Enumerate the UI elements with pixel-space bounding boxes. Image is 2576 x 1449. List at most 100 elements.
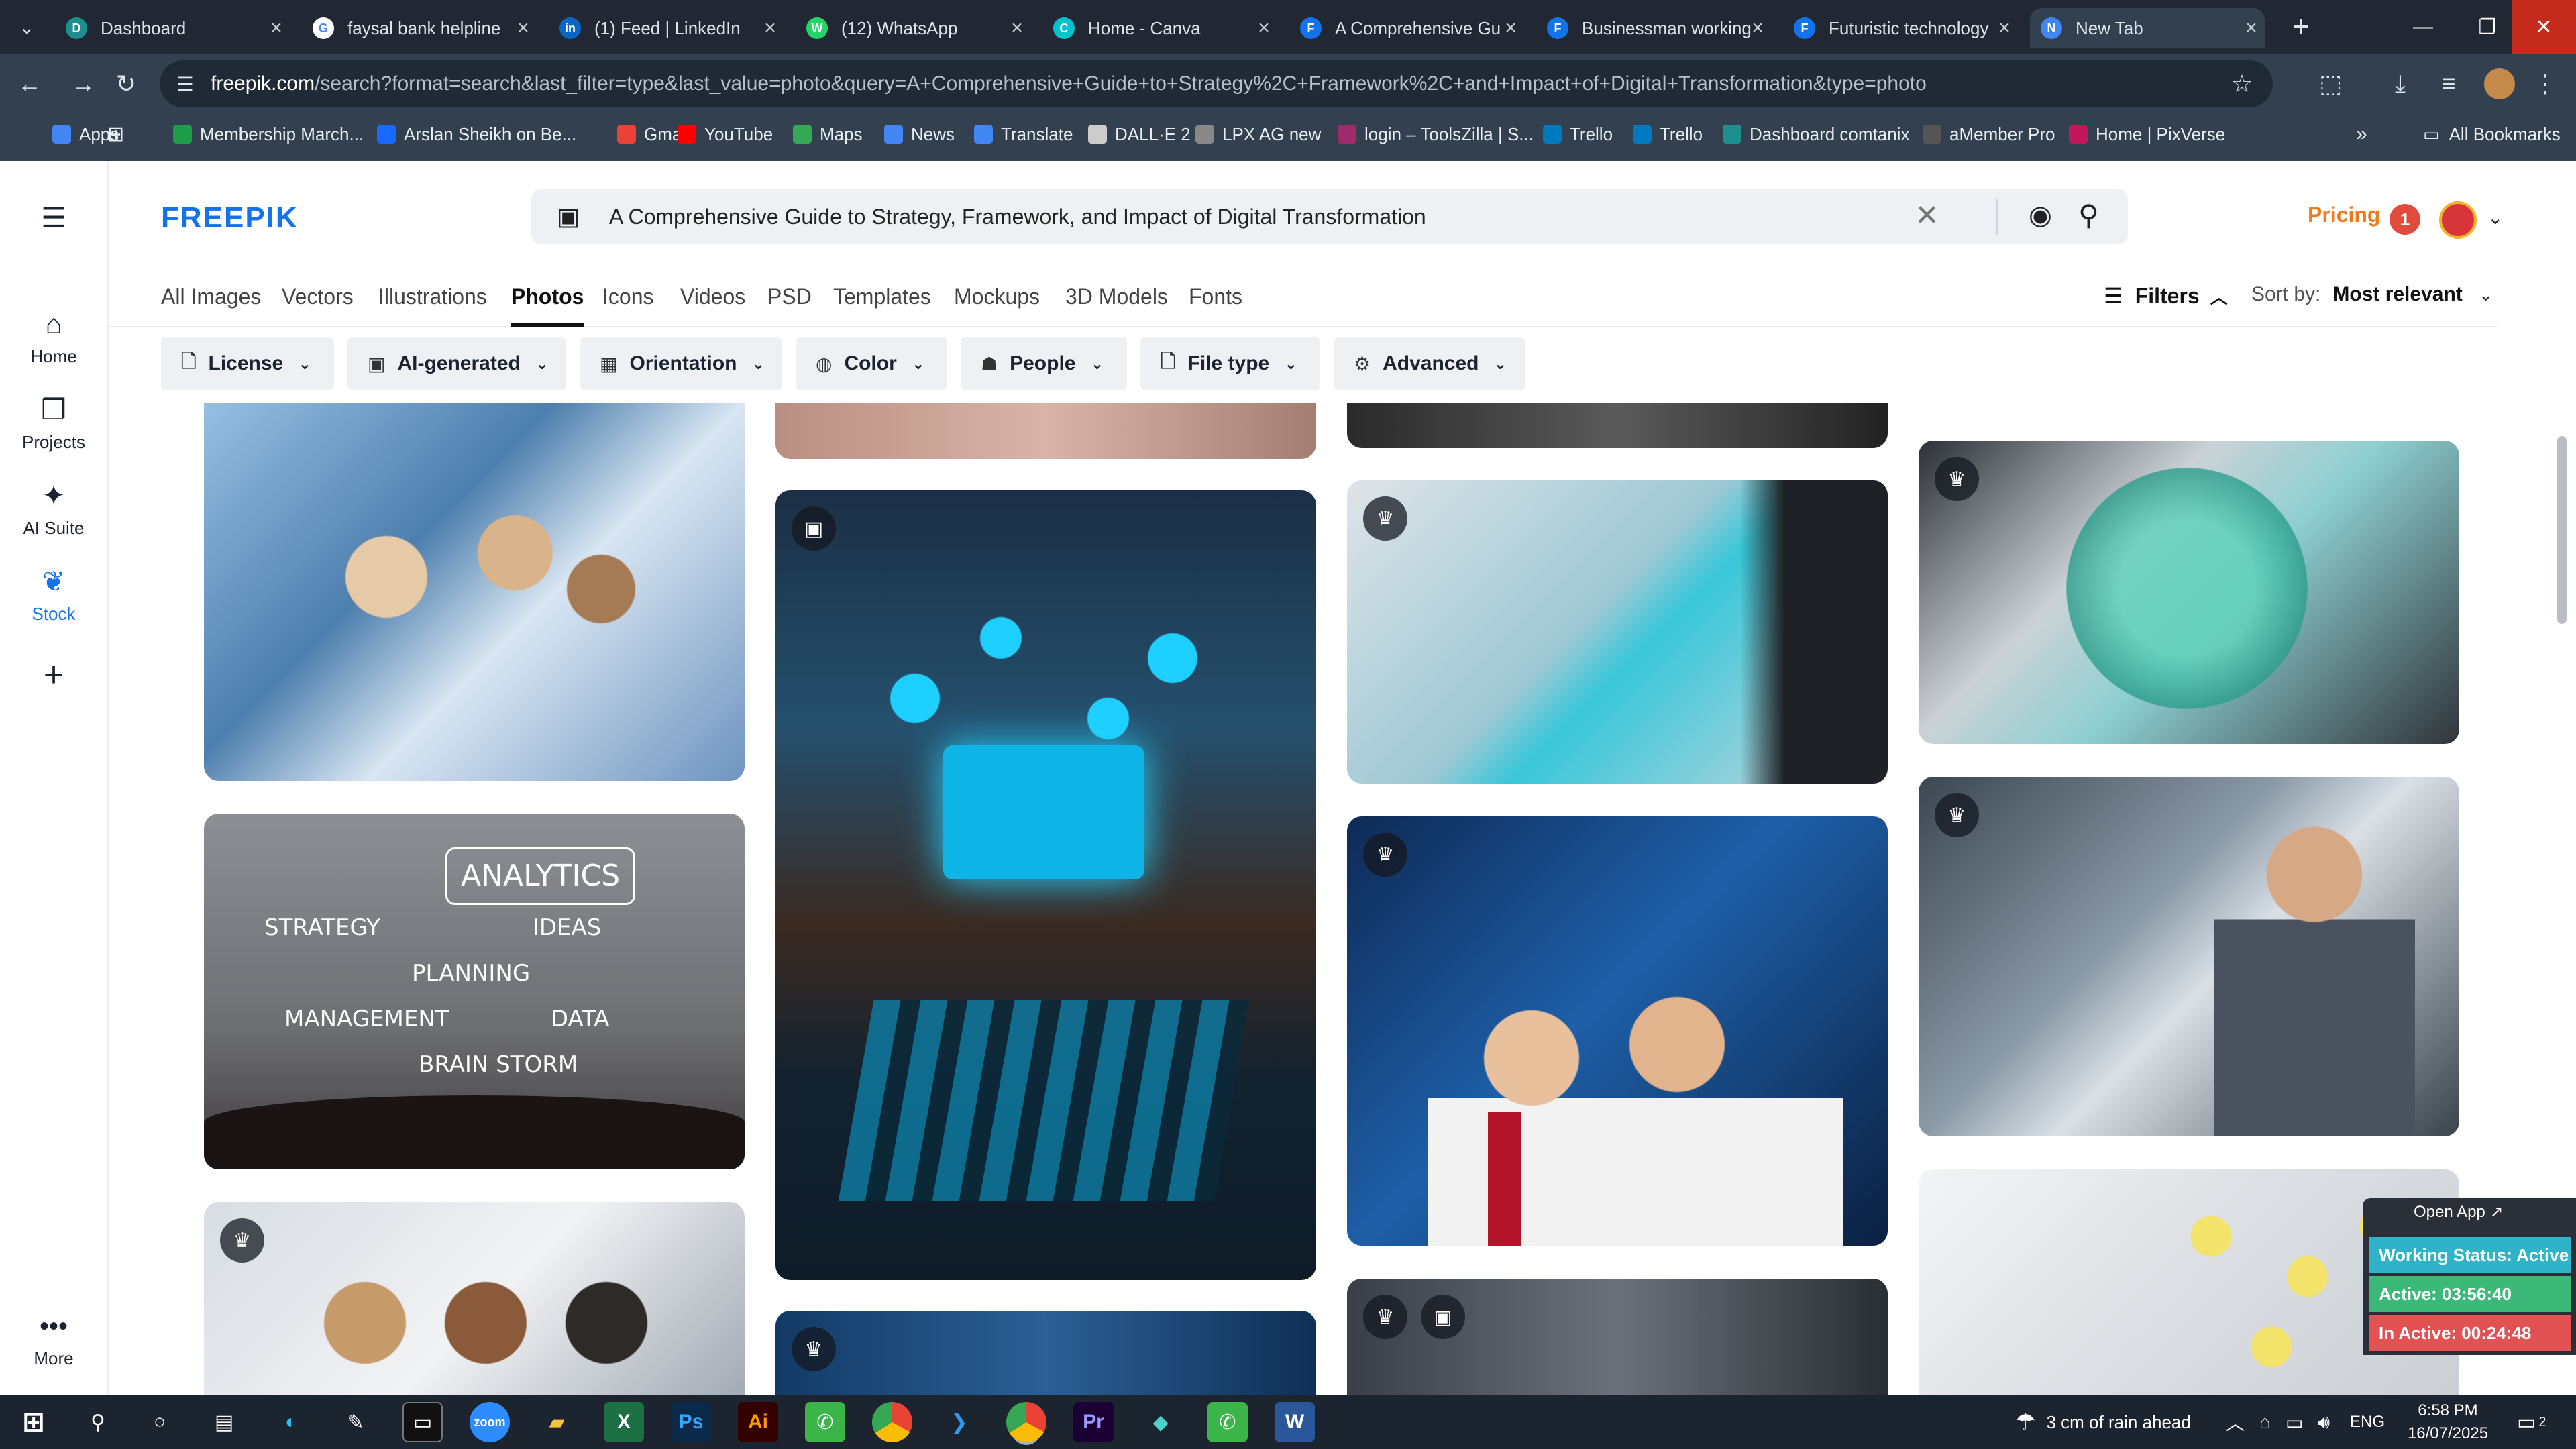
open-app-button[interactable]: Open App ↗ bbox=[2414, 1202, 2504, 1222]
image-card-overhead-table[interactable]: ♛ bbox=[1919, 441, 2459, 744]
volume-icon[interactable]: 🔊︎ bbox=[2318, 1411, 2330, 1434]
nav-home[interactable]: ⌂ Home bbox=[0, 306, 107, 367]
image-card-analytics-strategy[interactable]: ANALYTICS STRATEGY IDEAS PLANNING MANAGE… bbox=[204, 814, 745, 1169]
image-card-people-at-table[interactable]: ♛ bbox=[1347, 480, 1888, 784]
tab-illustrations[interactable]: Illustrations bbox=[378, 284, 487, 309]
filter-orientation[interactable]: ▦ Orientation ⌄ bbox=[580, 337, 782, 390]
user-avatar[interactable] bbox=[2439, 201, 2477, 239]
browser-tab-7[interactable]: F Futuristic technology × bbox=[1783, 8, 2018, 48]
image-card-businessman-tablet[interactable]: ♛ bbox=[1919, 777, 2459, 1136]
reload-icon[interactable]: ↻ bbox=[106, 64, 146, 104]
tab-close-icon[interactable]: × bbox=[1497, 8, 1524, 48]
task-view-icon[interactable]: ▤ bbox=[204, 1402, 244, 1442]
tab-icons[interactable]: Icons bbox=[602, 284, 653, 309]
browser-tab-5[interactable]: F A Comprehensive Gu × bbox=[1289, 8, 1524, 48]
tab-close-icon[interactable]: × bbox=[1250, 8, 1277, 48]
bookmark-item-6[interactable]: News bbox=[884, 114, 955, 154]
pen-icon[interactable]: ✎ bbox=[335, 1402, 376, 1442]
new-tab-button[interactable]: + bbox=[2281, 7, 2321, 47]
cortana-icon[interactable]: ○ bbox=[140, 1402, 180, 1442]
forward-icon[interactable]: → bbox=[63, 64, 103, 104]
bookmarks-overflow-icon[interactable]: » bbox=[2356, 114, 2367, 154]
bookmark-item-11[interactable]: Trello bbox=[1543, 114, 1613, 154]
vscode-icon[interactable]: ❯ bbox=[939, 1402, 979, 1442]
filter-license[interactable]: 🗋 License ⌄ bbox=[161, 337, 334, 390]
image-type-icon[interactable]: ▣ bbox=[557, 203, 580, 231]
bookmark-item-14[interactable]: aMember Pro bbox=[1923, 114, 2055, 154]
edge-icon[interactable]: ◐ bbox=[271, 1402, 311, 1442]
bookmark-item-8[interactable]: DALL·E 2 bbox=[1088, 114, 1191, 154]
image-card-digital-boardroom[interactable]: ▣ bbox=[775, 490, 1316, 1280]
image-card-world-map[interactable]: ♛ bbox=[775, 1311, 1316, 1395]
url-text[interactable]: freepik.com/search?format=search&last_fi… bbox=[211, 60, 2156, 107]
excel-icon[interactable]: X bbox=[604, 1402, 644, 1442]
browser-tab-3[interactable]: W (12) WhatsApp × bbox=[796, 8, 1030, 48]
filter-ai-generated[interactable]: ▣ AI-generated ⌄ bbox=[347, 337, 566, 390]
filter-color[interactable]: ◍ Color ⌄ bbox=[796, 337, 947, 390]
camera-search-icon[interactable]: ◉ bbox=[2029, 200, 2052, 231]
search-icon[interactable]: ⚲ bbox=[2078, 199, 2099, 231]
network-icon[interactable]: ▭ bbox=[2286, 1411, 2303, 1434]
pricing-link[interactable]: Pricing bbox=[2308, 203, 2380, 227]
menu-icon[interactable]: ☰ bbox=[0, 201, 107, 234]
notification-center-icon[interactable]: ▭ 2 bbox=[2517, 1405, 2546, 1440]
search-bar[interactable]: ▣ A Comprehensive Guide to Strategy, Fra… bbox=[531, 189, 2128, 244]
filter-file-type[interactable]: 🗋 File type ⌄ bbox=[1140, 337, 1320, 390]
bookmark-item-1[interactable]: Membership March... bbox=[173, 114, 364, 154]
minimize-button[interactable]: — bbox=[2391, 0, 2455, 54]
tab-psd[interactable]: PSD bbox=[767, 284, 812, 309]
tab-3d-models[interactable]: 3D Models bbox=[1065, 284, 1168, 309]
premiere-icon[interactable]: Pr bbox=[1073, 1402, 1114, 1442]
chrome-icon[interactable] bbox=[872, 1402, 912, 1442]
word-icon[interactable]: W bbox=[1275, 1402, 1315, 1442]
notification-badge[interactable]: 1 bbox=[2390, 204, 2420, 235]
bookmark-item-10[interactable]: login – ToolsZilla | S... bbox=[1338, 114, 1534, 154]
tab-close-icon[interactable]: × bbox=[510, 8, 537, 48]
bookmark-item-9[interactable]: LPX AG new bbox=[1195, 114, 1321, 154]
restore-button[interactable]: ❐ bbox=[2455, 0, 2520, 54]
image-card-women-team[interactable]: ♛ bbox=[204, 1202, 745, 1395]
green-app-2-icon[interactable]: ✆ bbox=[1208, 1402, 1248, 1442]
start-icon[interactable]: ⊞ bbox=[13, 1402, 54, 1442]
tab-all-images[interactable]: All Images bbox=[161, 284, 261, 309]
weather-widget[interactable]: ☂ 3 cm of rain ahead bbox=[2015, 1395, 2191, 1449]
bookmark-item-13[interactable]: Dashboard comtanix bbox=[1723, 114, 1909, 154]
sort-dropdown[interactable]: Sort by: Most relevant ⌄ bbox=[2251, 283, 2493, 306]
address-bar[interactable]: ☰ freepik.com/search?format=search&last_… bbox=[160, 60, 2273, 107]
bookmark-star-icon[interactable]: ☆ bbox=[2222, 64, 2262, 104]
filters-toggle[interactable]: ☰ Filters ︿ bbox=[2104, 283, 2228, 309]
tray-overflow-icon[interactable]: ︿ bbox=[2226, 1409, 2245, 1436]
tab-search-icon[interactable]: ⌄ bbox=[7, 7, 47, 47]
browser-tab-1[interactable]: Gfaysal bank helpline × bbox=[302, 8, 537, 48]
page-scrollbar[interactable] bbox=[2557, 436, 2567, 624]
clock[interactable]: 6:58 PM 16/07/2025 bbox=[2398, 1399, 2498, 1445]
tab-close-icon[interactable]: × bbox=[263, 8, 290, 48]
tab-photos[interactable]: Photos bbox=[511, 284, 584, 327]
tab-close-icon[interactable]: × bbox=[2238, 8, 2265, 48]
tab-mockups[interactable]: Mockups bbox=[954, 284, 1040, 309]
filter-people[interactable]: ☗ People ⌄ bbox=[961, 337, 1127, 390]
image-card-top-partial[interactable] bbox=[775, 402, 1316, 459]
search-input[interactable]: A Comprehensive Guide to Strategy, Frame… bbox=[609, 189, 1426, 244]
browser-tab-8[interactable]: N New Tab × bbox=[2030, 8, 2265, 48]
extensions-icon[interactable]: ⬚ bbox=[2310, 64, 2351, 104]
file-explorer-icon[interactable]: ▰ bbox=[537, 1402, 577, 1442]
browser-tab-4[interactable]: C Home - Canva × bbox=[1042, 8, 1277, 48]
back-icon[interactable]: ← bbox=[9, 64, 50, 104]
browser-tab-6[interactable]: F Businessman working × bbox=[1536, 8, 1771, 48]
bookmark-item-7[interactable]: Translate bbox=[974, 114, 1073, 154]
image-card-business-meeting[interactable]: ♛ ▣ bbox=[1347, 1279, 1888, 1395]
clear-search-icon[interactable]: ✕ bbox=[1915, 199, 1939, 233]
tab-close-icon[interactable]: × bbox=[757, 8, 784, 48]
browser-tab-0[interactable]: D Dashboard × bbox=[55, 8, 290, 48]
tab-fonts[interactable]: Fonts bbox=[1189, 284, 1242, 309]
tab-templates[interactable]: Templates bbox=[833, 284, 931, 309]
tab-close-icon[interactable]: × bbox=[1004, 8, 1030, 48]
image-card-office-meeting[interactable] bbox=[204, 402, 745, 781]
bookmark-item-12[interactable]: Trello bbox=[1633, 114, 1703, 154]
terminal-icon[interactable]: ▭ bbox=[402, 1402, 443, 1442]
media-icon[interactable]: ≡ bbox=[2428, 64, 2469, 104]
bookmark-item-2[interactable]: Arslan Sheikh on Be... bbox=[377, 114, 576, 154]
search-icon[interactable]: ⚲ bbox=[78, 1402, 118, 1442]
bookmark-item-4[interactable]: YouTube bbox=[678, 114, 773, 154]
